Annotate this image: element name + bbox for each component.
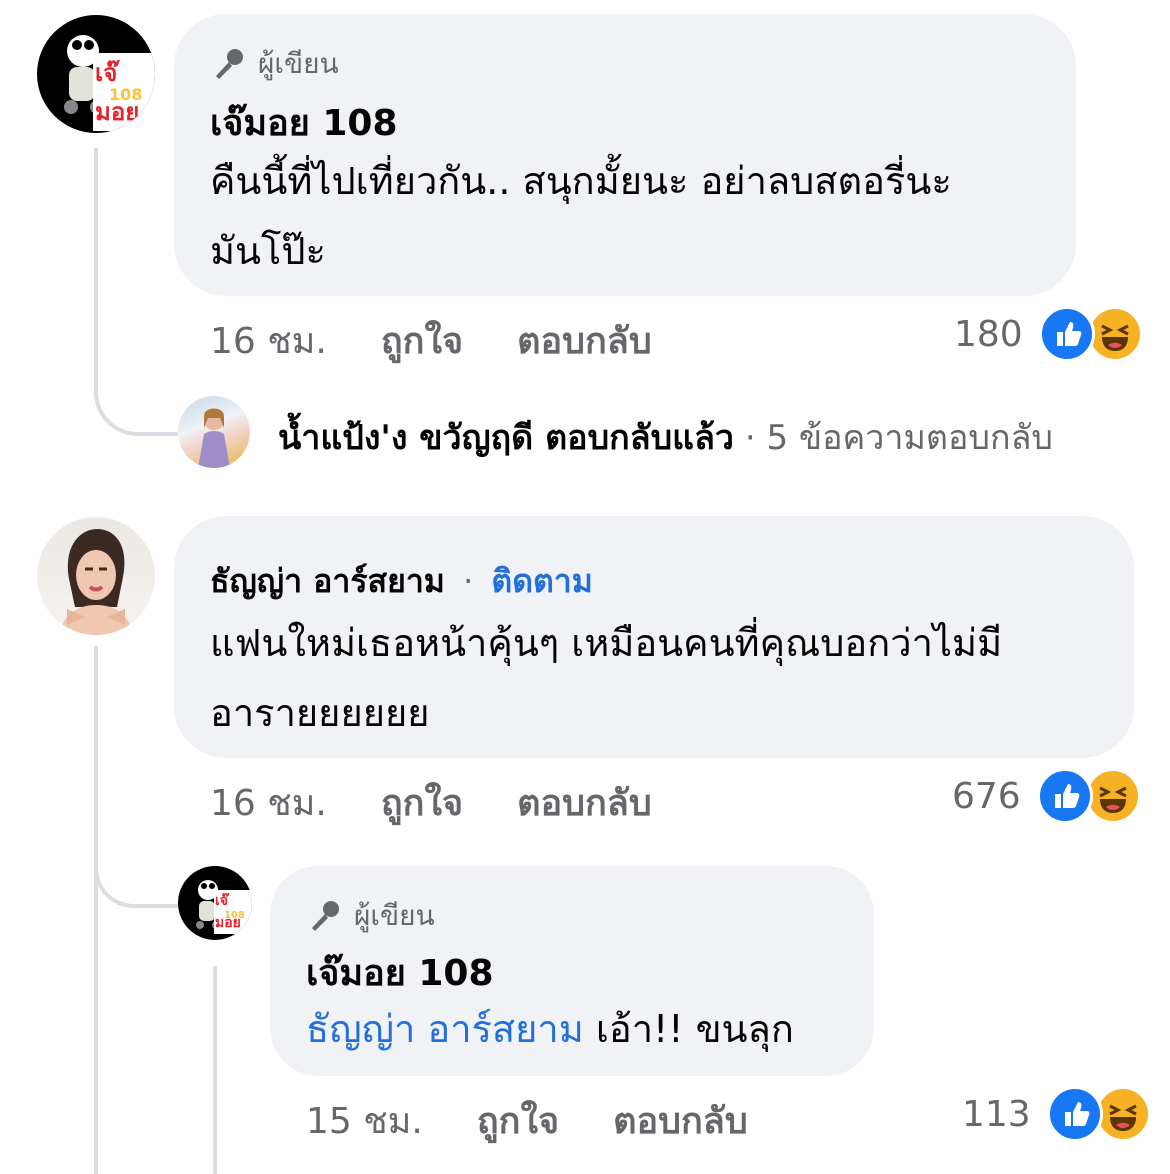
reply-bubble[interactable]: ผู้เขียน เจ๊มอย 108 ธัญญ่า อาร์สยาม เอ้า… [270, 866, 874, 1076]
like-button[interactable]: ถูกใจ [381, 774, 463, 831]
reply-button[interactable]: ตอบกลับ [517, 312, 652, 369]
like-reaction-icon [1046, 1086, 1103, 1142]
separator-dot: · [744, 418, 756, 458]
separator-dot: · [463, 562, 474, 600]
reply-author-avatar[interactable]: เจ๊มอย 108 [178, 866, 252, 940]
reaction-count: 113 [962, 1093, 1031, 1135]
reply-author[interactable]: เจ๊มอย 108 [306, 944, 494, 1001]
reply-avatar[interactable] [178, 396, 250, 468]
comment-text-line: อารายยยยยย [210, 691, 430, 735]
microphone-icon [210, 46, 246, 82]
comment-text-line: แฟนใหม่เธอหน้าคุ้นๆ เหมือนคนที่คุณบอกว่า… [210, 621, 1003, 665]
mention-link[interactable]: ธัญญ่า อาร์สยาม [306, 1007, 584, 1051]
comment-text-line: มันโป๊ะ [210, 229, 326, 273]
reply-text: เอ้า!! ขนลุก [595, 1007, 794, 1051]
thread-line [213, 966, 217, 1174]
like-button[interactable]: ถูกใจ [381, 312, 463, 369]
replies-summary-name: น้ำแป้ง'ง ขวัญฤดี ตอบกลับแล้ว [278, 418, 735, 458]
author-badge: ผู้เขียน [354, 899, 435, 932]
like-reaction-icon [1038, 306, 1095, 362]
follow-button[interactable]: ติดตาม [491, 562, 592, 600]
comment-timestamp[interactable]: 16 ชม. [210, 312, 327, 369]
comment-text-line: คืนนี้ที่ไปเที่ยวกัน.. สนุกมั้ยนะ อย่าลบ… [210, 159, 952, 203]
thread-curve [94, 350, 178, 436]
reply-timestamp[interactable]: 15 ชม. [306, 1092, 423, 1149]
thread-curve [94, 860, 178, 908]
like-button[interactable]: ถูกใจ [477, 1092, 559, 1149]
thread-line [94, 148, 98, 378]
author-badge: ผู้เขียน [258, 47, 339, 80]
author-avatar[interactable]: เจ๊มอย 108 [37, 15, 155, 133]
microphone-icon [306, 898, 342, 934]
reaction-count: 676 [952, 775, 1021, 817]
commenter-avatar[interactable] [37, 517, 155, 635]
reaction-summary[interactable]: 113 [962, 1086, 1151, 1142]
comment-author[interactable]: เจ๊มอย 108 [210, 94, 398, 151]
haha-reaction-icon [1084, 768, 1141, 824]
comment-bubble[interactable]: ธัญญ่า อาร์สยาม · ติดตาม แฟนใหม่เธอหน้าค… [174, 516, 1134, 758]
haha-reaction-icon [1094, 1086, 1151, 1142]
reaction-count: 180 [954, 313, 1023, 355]
comment-bubble[interactable]: ผู้เขียน เจ๊มอย 108 คืนนี้ที่ไปเที่ยวกัน… [174, 14, 1076, 296]
reaction-summary[interactable]: 676 [952, 768, 1141, 824]
reply-button[interactable]: ตอบกลับ [517, 774, 652, 831]
reply-button[interactable]: ตอบกลับ [613, 1092, 748, 1149]
replies-count: 5 ข้อความตอบกลับ [766, 418, 1053, 458]
comment-author[interactable]: ธัญญ่า อาร์สยาม [210, 562, 445, 600]
like-reaction-icon [1036, 768, 1093, 824]
haha-reaction-icon [1086, 306, 1143, 362]
avatar-logo-number: 108 [109, 85, 143, 104]
reaction-summary[interactable]: 180 [954, 306, 1143, 362]
thread-line [94, 646, 98, 1174]
view-replies-link[interactable]: น้ำแป้ง'ง ขวัญฤดี ตอบกลับแล้ว · 5 ข้อควา… [278, 410, 1053, 464]
avatar-logo-number: 108 [224, 910, 245, 921]
comment-timestamp[interactable]: 16 ชม. [210, 774, 327, 831]
